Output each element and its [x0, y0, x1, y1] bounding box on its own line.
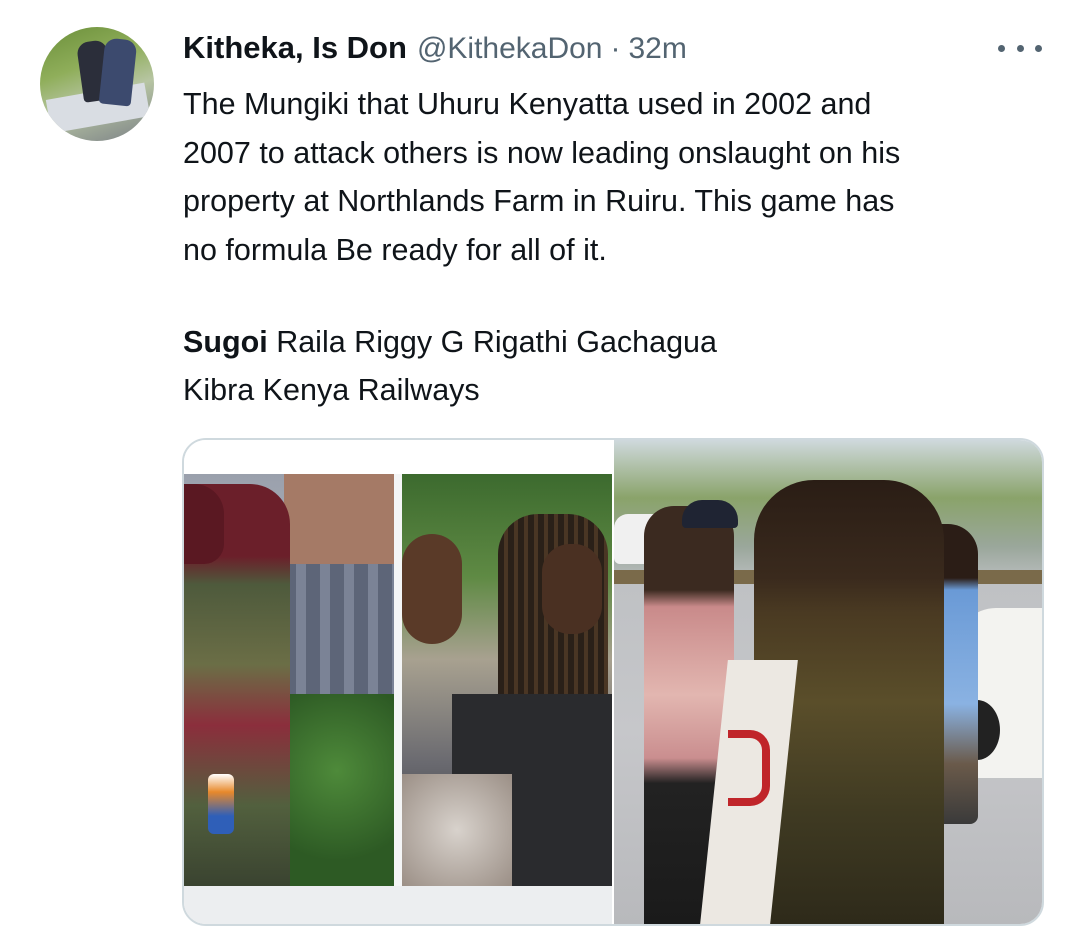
media-attachment[interactable] [182, 438, 1044, 926]
image-bottom-band [184, 886, 612, 924]
photo-canister [208, 774, 234, 834]
avatar-person-2 [98, 37, 138, 107]
more-dot [998, 44, 1005, 52]
photo-person-right [542, 544, 602, 634]
photo-cap [682, 500, 738, 528]
avatar[interactable] [40, 27, 154, 141]
photo-floral-shirt [402, 774, 512, 886]
tweet-text: The Mungiki that Uhuru Kenyatta used in … [183, 80, 1053, 274]
author-name[interactable]: Kitheka, Is Don [183, 30, 407, 66]
media-image-left[interactable] [184, 440, 612, 924]
tweet-text-line: The Mungiki that Uhuru Kenyatta used in … [183, 87, 872, 121]
photo-red-mark [728, 730, 770, 806]
timestamp[interactable]: 32m [629, 32, 687, 66]
tags-line-1: Sugoi Raila Riggy G Rigathi Gachagua [183, 318, 1053, 366]
photo-panel-crowd [402, 474, 612, 886]
photo-person-left [402, 534, 462, 644]
photo-panel-officer [184, 474, 394, 886]
photo-helmet [184, 484, 224, 564]
tweet-text-line: property at Northlands Farm in Ruiru. Th… [183, 184, 895, 218]
tweet-tags: Sugoi Raila Riggy G Rigathi Gachagua Kib… [183, 318, 1053, 414]
tag-sugoi: Sugoi [183, 325, 268, 359]
tweet[interactable]: Kitheka, Is Don @KithekaDon · 32m The Mu… [0, 0, 1080, 928]
tags-line-1-rest: Raila Riggy G Rigathi Gachagua [267, 325, 717, 359]
image-top-band [184, 440, 612, 474]
more-dot [1035, 44, 1042, 52]
author-handle[interactable]: @KithekaDon [417, 32, 603, 66]
more-dot [1016, 44, 1024, 52]
media-image-right[interactable] [614, 440, 1042, 924]
more-horizontal-icon[interactable] [998, 34, 1042, 62]
tags-line-2: Kibra Kenya Railways [183, 373, 480, 407]
photo-plant [280, 694, 394, 886]
tweet-text-line: 2007 to attack others is now leading ons… [183, 135, 901, 170]
tweet-text-line: no formula Be ready for all of it. [183, 232, 607, 267]
tweet-header: Kitheka, Is Don @KithekaDon · 32m [183, 30, 687, 70]
separator-dot: · [610, 32, 621, 65]
